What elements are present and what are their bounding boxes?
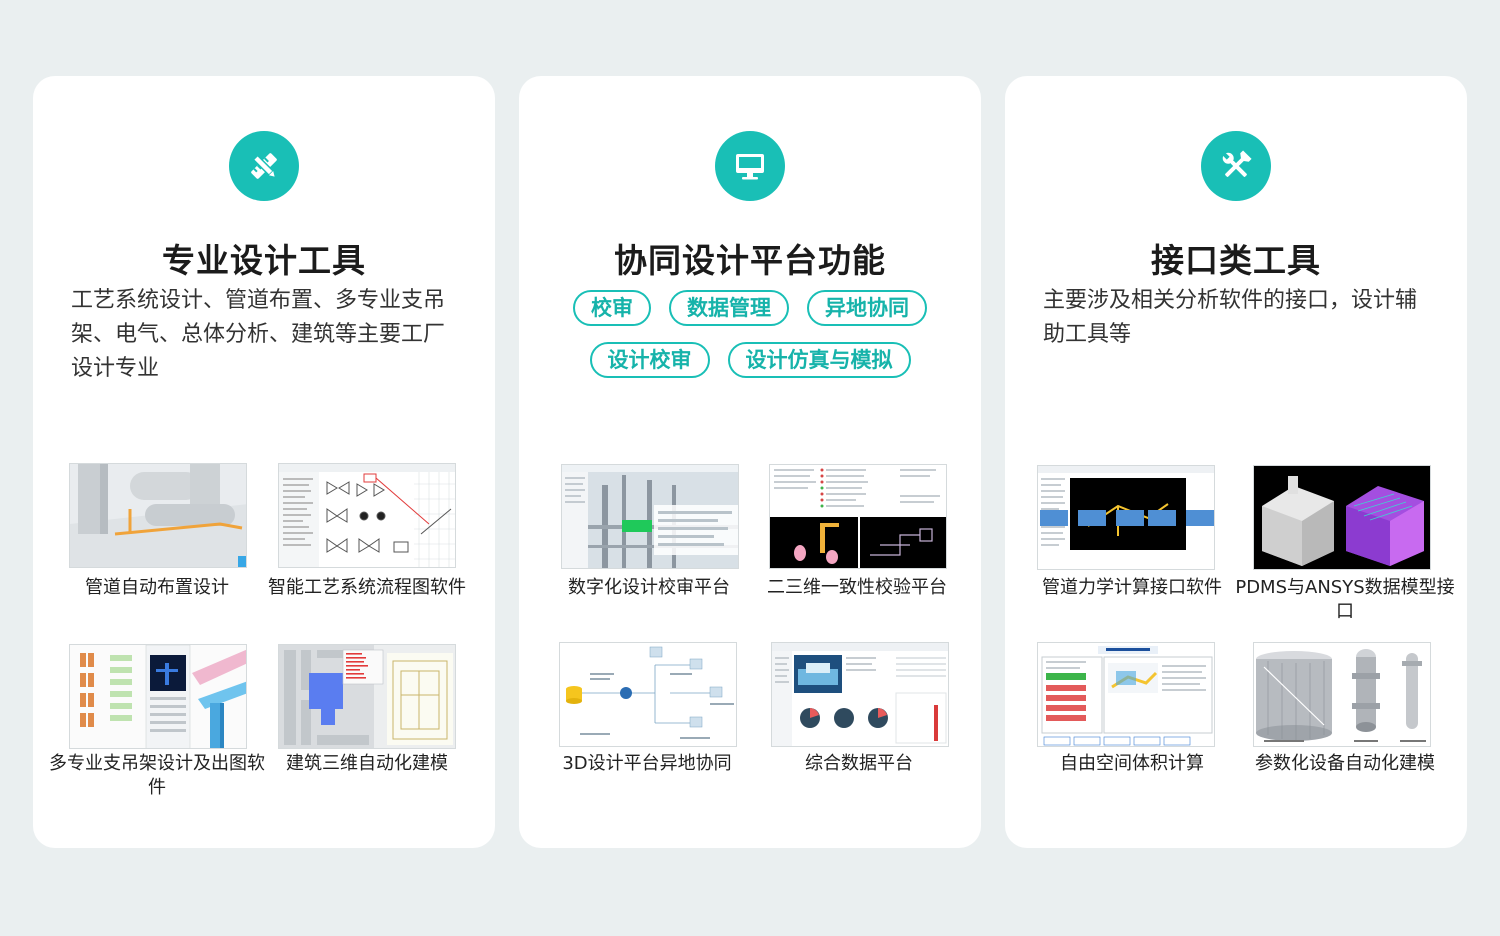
tag-review[interactable]: 校审 [573, 290, 651, 326]
thumbnail-label: 管道力学计算接口软件 [1042, 577, 1222, 598]
thumbnail-label: 二三维一致性校验平台 [767, 577, 947, 598]
thumbnail-label: 管道自动布置设计 [85, 577, 229, 598]
card-title: 接口类工具 [1151, 241, 1321, 280]
thumbnail-label: 综合数据平台 [805, 753, 913, 774]
thumbnail-label: 建筑三维自动化建模 [286, 753, 448, 774]
thumbnail-label: 自由空间体积计算 [1060, 753, 1204, 774]
tools-icon [1201, 131, 1271, 201]
thumbnail-pdms-ansys[interactable] [1253, 465, 1431, 570]
thumbnail-support-design[interactable] [69, 644, 247, 749]
card-title: 协同设计平台功能 [614, 241, 886, 280]
card-description: 工艺系统设计、管道布置、多专业支吊架、电气、总体分析、建筑等主要工厂设计专业 [71, 288, 446, 381]
thumbnail-pipe-mechanics[interactable] [1037, 465, 1215, 570]
thumbnail-label: 多专业支吊架设计及出图软件 [49, 753, 265, 798]
tag-data-management[interactable]: 数据管理 [669, 290, 789, 326]
thumbnail-label: 3D设计平台异地协同 [562, 753, 732, 774]
monitor-icon [715, 131, 785, 201]
thumbnail-building-modeling[interactable] [278, 644, 456, 749]
thumbnail-data-platform[interactable] [771, 642, 949, 747]
card-collab-platform: 协同设计平台功能 校审 数据管理 异地协同 设计校审 设计仿真与模拟 数字化设计… [519, 76, 981, 848]
thumbnail-digital-review[interactable] [561, 464, 739, 569]
card-title: 专业设计工具 [162, 241, 366, 280]
ruler-pencil-icon [229, 131, 299, 201]
thumbnail-label: 智能工艺系统流程图软件 [268, 577, 466, 598]
tag-remote-collab[interactable]: 异地协同 [807, 290, 927, 326]
card-design-tools: 专业设计工具 工艺系统设计、管道布置、多专业支吊架、电气、总体分析、建筑等主要工… [33, 76, 495, 848]
tag-simulation[interactable]: 设计仿真与模拟 [727, 342, 911, 378]
thumbnail-consistency-check[interactable] [769, 464, 947, 569]
thumbnail-pid-software[interactable] [278, 463, 456, 568]
thumbnail-free-space-volume[interactable] [1037, 642, 1215, 747]
thumbnail-3d-remote-collab[interactable] [559, 642, 737, 747]
feature-tags: 校审 数据管理 异地协同 设计校审 设计仿真与模拟 [519, 290, 981, 394]
tag-design-review[interactable]: 设计校审 [589, 342, 710, 378]
thumbnail-label: 参数化设备自动化建模 [1255, 753, 1435, 774]
thumbnail-label: 数字化设计校审平台 [568, 577, 730, 598]
card-interface-tools: 接口类工具 主要涉及相关分析软件的接口，设计辅助工具等 管道力学计算接口软件 P… [1005, 76, 1467, 848]
thumbnail-pipe-layout[interactable] [69, 463, 247, 568]
thumbnail-label: PDMS与ANSYS数据模型接口 [1235, 577, 1455, 622]
thumbnail-parametric-equipment[interactable] [1253, 642, 1431, 747]
card-description: 主要涉及相关分析软件的接口，设计辅助工具等 [1043, 288, 1418, 347]
